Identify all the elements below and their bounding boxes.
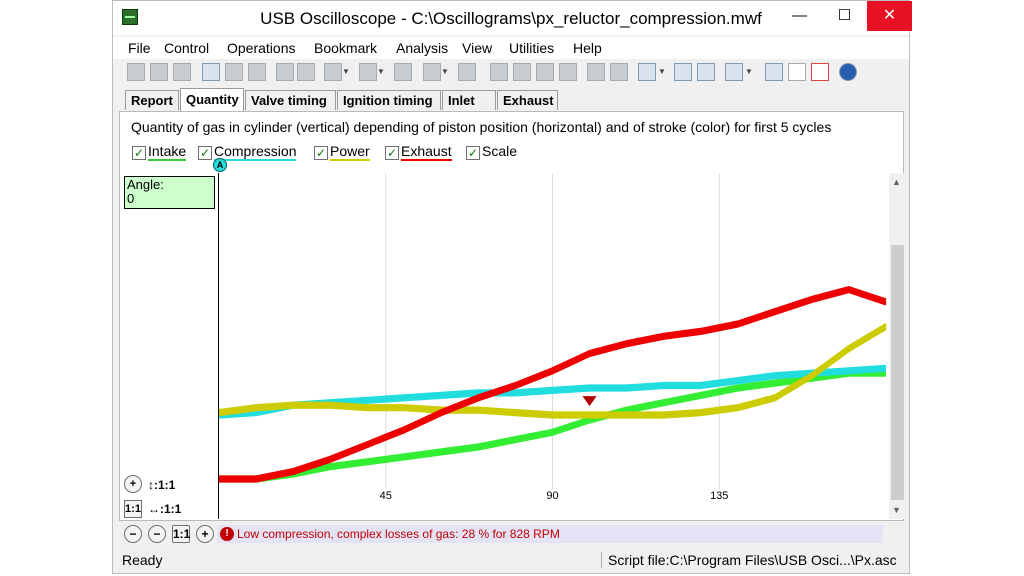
error-icon: ! [220,527,234,541]
status-script-file: Script file:C:\Program Files\USB Osci...… [601,552,908,568]
waveform-alt-icon[interactable] [359,63,377,81]
zoom-icon[interactable] [587,63,605,81]
legend-compression-label: Compression [214,143,297,161]
tab-ignition-timing[interactable]: Ignition timing [337,90,441,110]
document-icon[interactable] [788,63,806,81]
vertical-scale-label: ↕:1:1 [148,478,176,492]
capture-icon[interactable] [202,63,220,81]
vertical-scrollbar[interactable]: ▲ ▼ [889,173,906,519]
diagnostic-message-bar: ! Low compression, complex losses of gas… [217,525,883,543]
zoom-in-vertical-button[interactable]: + [124,475,142,493]
chart-description: Quantity of gas in cylinder (vertical) d… [131,119,832,135]
status-bar: Ready Script file:C:\Program Files\USB O… [113,548,909,573]
menu-analysis[interactable]: Analysis [396,40,448,56]
scroll-down-icon[interactable]: ▼ [892,505,901,515]
scroll-up-icon[interactable]: ▲ [892,177,901,187]
zoom-minus-button[interactable]: − [148,525,166,543]
checkbox-scale[interactable]: ✓ [466,146,480,160]
horizontal-scale-label: ↔:1:1 [148,502,182,516]
tab-valve-timing[interactable]: Valve timing [245,90,336,110]
checkbox-compression[interactable]: ✓ [198,146,212,160]
print-icon[interactable] [173,63,191,81]
menu-bookmark[interactable]: Bookmark [314,40,377,56]
stop-script-icon[interactable] [697,63,715,81]
status-ready: Ready [122,552,163,568]
menu-view[interactable]: View [462,40,492,56]
close-doc-icon[interactable] [811,63,829,81]
run-script-icon[interactable] [674,63,692,81]
menu-utilities[interactable]: Utilities [509,40,554,56]
maximize-button[interactable]: ☐ [822,1,867,31]
check-all-icon[interactable] [536,63,554,81]
legend-exhaust[interactable]: ✓ Exhaust [385,143,452,161]
legend-power[interactable]: ✓ Power [314,143,370,161]
menu-operations[interactable]: Operations [227,40,295,56]
toolbar: ▼ ▼ ▼ ▼ ▼ [113,60,909,86]
quantity-chart[interactable]: 45 90 135 [122,173,901,519]
trigger-icon[interactable] [297,63,315,81]
page-icon[interactable] [559,63,577,81]
help-icon[interactable] [839,63,857,81]
menu-file[interactable]: File [128,40,151,56]
settings-icon[interactable] [610,63,628,81]
x-tick-label-45: 45 [380,490,392,502]
legend-exhaust-label: Exhaust [401,143,452,161]
check-icon[interactable] [490,63,508,81]
monitor-icon[interactable] [423,63,441,81]
chevron-down-icon[interactable]: ▼ [441,63,449,81]
menu-control[interactable]: Control [164,40,209,56]
checkbox-exhaust[interactable]: ✓ [385,146,399,160]
checkbox-intake[interactable]: ✓ [132,146,146,160]
x-tick-label-135: 135 [710,490,728,502]
waveform-icon[interactable] [324,63,342,81]
title-bar[interactable]: USB Oscilloscope - C:\Oscillograms\px_re… [113,1,912,35]
tab-strip: Report Quantity Valve timing Ignition ti… [113,88,909,111]
delete-icon[interactable] [458,63,476,81]
reset-horizontal-button[interactable]: 1:1 [124,500,142,518]
copy-icon[interactable] [225,63,243,81]
diagnostic-message: Low compression, complex losses of gas: … [237,527,560,541]
check-down-icon[interactable] [513,63,531,81]
tab-report[interactable]: Report [125,90,179,110]
open-icon[interactable] [127,63,145,81]
script-menu-icon[interactable] [725,63,743,81]
zoom-out-button[interactable]: − [124,525,142,543]
legend-scale[interactable]: ✓ Scale [466,143,517,160]
pulse-icon[interactable] [276,63,294,81]
chevron-down-icon[interactable]: ▼ [745,63,753,81]
minimize-button[interactable]: — [777,1,822,31]
tab-quantity[interactable]: Quantity [180,88,244,111]
zoom-reset-button[interactable]: 1:1 [172,525,190,543]
quantity-panel: Quantity of gas in cylinder (vertical) d… [119,111,906,521]
marker-a-icon[interactable]: A [213,158,227,172]
menu-bar: File Control Operations Bookmark Analysi… [113,37,909,59]
legend-intake[interactable]: ✓ Intake [132,143,187,161]
chevron-down-icon[interactable]: ▼ [342,63,350,81]
chart-icon[interactable] [765,63,783,81]
close-button[interactable]: ✕ [867,1,912,31]
legend-compression[interactable]: ✓ Compression A [198,143,297,172]
scroll-thumb[interactable] [891,245,904,500]
x-tick-label-90: 90 [546,490,558,502]
undo-icon[interactable] [394,63,412,81]
chevron-down-icon[interactable]: ▼ [658,63,666,81]
tab-inlet[interactable]: Inlet [442,90,496,110]
zoom-in-button[interactable]: + [196,525,214,543]
bdc-marker-icon[interactable] [582,396,597,407]
legend-scale-label: Scale [482,143,518,159]
app-window: USB Oscilloscope - C:\Oscillograms\px_re… [112,0,912,574]
tab-exhaust[interactable]: Exhaust [497,90,558,110]
chevron-down-icon[interactable]: ▼ [377,63,385,81]
folder-script-icon[interactable] [638,63,656,81]
save-icon[interactable] [150,63,168,81]
legend-intake-label: Intake [148,143,187,161]
legend-power-label: Power [330,143,370,161]
menu-help[interactable]: Help [573,40,602,56]
checkbox-power[interactable]: ✓ [314,146,328,160]
tool-icon[interactable] [248,63,266,81]
